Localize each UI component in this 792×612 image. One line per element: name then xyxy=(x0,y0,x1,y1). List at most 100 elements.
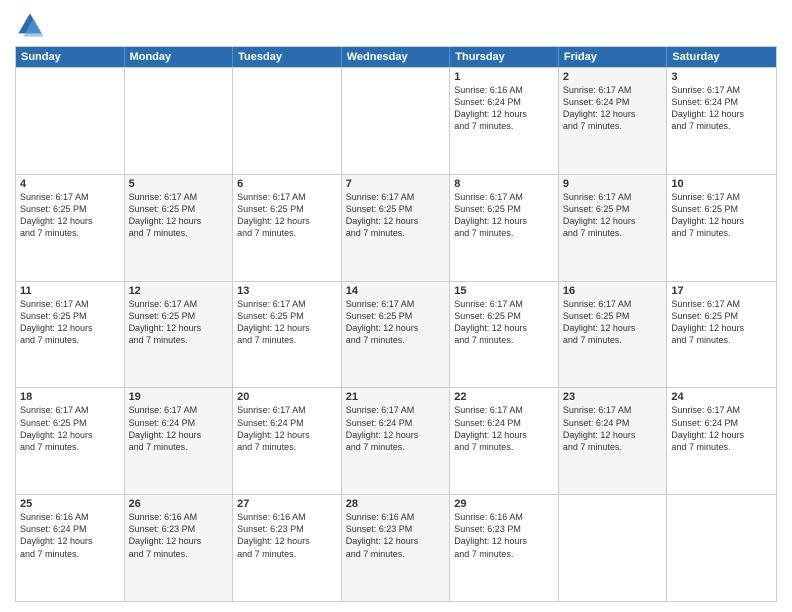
day-number: 5 xyxy=(129,178,229,190)
calendar-day-cell: 3Sunrise: 6:17 AM Sunset: 6:24 PM Daylig… xyxy=(667,68,776,174)
day-number: 4 xyxy=(20,178,120,190)
calendar-day-cell: 8Sunrise: 6:17 AM Sunset: 6:25 PM Daylig… xyxy=(450,175,559,281)
day-info: Sunrise: 6:17 AM Sunset: 6:25 PM Dayligh… xyxy=(20,404,120,453)
calendar-day-cell: 1Sunrise: 6:16 AM Sunset: 6:24 PM Daylig… xyxy=(450,68,559,174)
day-number: 8 xyxy=(454,178,554,190)
day-info: Sunrise: 6:17 AM Sunset: 6:24 PM Dayligh… xyxy=(454,404,554,453)
logo-icon xyxy=(15,10,45,40)
calendar-header-cell: Tuesday xyxy=(233,47,342,67)
day-info: Sunrise: 6:17 AM Sunset: 6:25 PM Dayligh… xyxy=(454,298,554,347)
day-number: 13 xyxy=(237,285,337,297)
day-info: Sunrise: 6:17 AM Sunset: 6:24 PM Dayligh… xyxy=(671,404,772,453)
calendar-day-cell: 27Sunrise: 6:16 AM Sunset: 6:23 PM Dayli… xyxy=(233,495,342,601)
calendar-header-cell: Monday xyxy=(125,47,234,67)
calendar-day-cell: 21Sunrise: 6:17 AM Sunset: 6:24 PM Dayli… xyxy=(342,388,451,494)
day-info: Sunrise: 6:16 AM Sunset: 6:23 PM Dayligh… xyxy=(237,511,337,560)
day-number: 1 xyxy=(454,71,554,83)
calendar-week-row: 1Sunrise: 6:16 AM Sunset: 6:24 PM Daylig… xyxy=(16,67,776,174)
day-number: 6 xyxy=(237,178,337,190)
calendar-day-cell: 17Sunrise: 6:17 AM Sunset: 6:25 PM Dayli… xyxy=(667,282,776,388)
calendar-week-row: 25Sunrise: 6:16 AM Sunset: 6:24 PM Dayli… xyxy=(16,494,776,601)
day-number: 22 xyxy=(454,391,554,403)
day-number: 21 xyxy=(346,391,446,403)
day-info: Sunrise: 6:16 AM Sunset: 6:23 PM Dayligh… xyxy=(346,511,446,560)
day-info: Sunrise: 6:17 AM Sunset: 6:25 PM Dayligh… xyxy=(454,191,554,240)
calendar-header-cell: Thursday xyxy=(450,47,559,67)
day-number: 12 xyxy=(129,285,229,297)
day-info: Sunrise: 6:17 AM Sunset: 6:25 PM Dayligh… xyxy=(671,298,772,347)
calendar-day-cell: 24Sunrise: 6:17 AM Sunset: 6:24 PM Dayli… xyxy=(667,388,776,494)
calendar-day-cell xyxy=(233,68,342,174)
calendar-day-cell: 4Sunrise: 6:17 AM Sunset: 6:25 PM Daylig… xyxy=(16,175,125,281)
calendar-day-cell: 9Sunrise: 6:17 AM Sunset: 6:25 PM Daylig… xyxy=(559,175,668,281)
day-info: Sunrise: 6:17 AM Sunset: 6:24 PM Dayligh… xyxy=(237,404,337,453)
day-info: Sunrise: 6:17 AM Sunset: 6:24 PM Dayligh… xyxy=(671,84,772,133)
calendar-day-cell: 20Sunrise: 6:17 AM Sunset: 6:24 PM Dayli… xyxy=(233,388,342,494)
calendar-day-cell: 28Sunrise: 6:16 AM Sunset: 6:23 PM Dayli… xyxy=(342,495,451,601)
calendar-day-cell: 22Sunrise: 6:17 AM Sunset: 6:24 PM Dayli… xyxy=(450,388,559,494)
day-number: 23 xyxy=(563,391,663,403)
day-number: 14 xyxy=(346,285,446,297)
calendar-day-cell xyxy=(667,495,776,601)
day-number: 18 xyxy=(20,391,120,403)
day-number: 20 xyxy=(237,391,337,403)
day-number: 17 xyxy=(671,285,772,297)
calendar: SundayMondayTuesdayWednesdayThursdayFrid… xyxy=(15,46,777,602)
calendar-day-cell: 25Sunrise: 6:16 AM Sunset: 6:24 PM Dayli… xyxy=(16,495,125,601)
calendar-header-cell: Friday xyxy=(559,47,668,67)
day-number: 25 xyxy=(20,498,120,510)
day-info: Sunrise: 6:17 AM Sunset: 6:25 PM Dayligh… xyxy=(20,191,120,240)
page: SundayMondayTuesdayWednesdayThursdayFrid… xyxy=(0,0,792,612)
day-number: 11 xyxy=(20,285,120,297)
day-info: Sunrise: 6:17 AM Sunset: 6:25 PM Dayligh… xyxy=(237,191,337,240)
calendar-day-cell: 11Sunrise: 6:17 AM Sunset: 6:25 PM Dayli… xyxy=(16,282,125,388)
day-number: 3 xyxy=(671,71,772,83)
calendar-day-cell: 7Sunrise: 6:17 AM Sunset: 6:25 PM Daylig… xyxy=(342,175,451,281)
day-number: 7 xyxy=(346,178,446,190)
calendar-day-cell: 14Sunrise: 6:17 AM Sunset: 6:25 PM Dayli… xyxy=(342,282,451,388)
header xyxy=(15,10,777,40)
day-number: 16 xyxy=(563,285,663,297)
day-number: 29 xyxy=(454,498,554,510)
calendar-day-cell: 15Sunrise: 6:17 AM Sunset: 6:25 PM Dayli… xyxy=(450,282,559,388)
calendar-day-cell: 19Sunrise: 6:17 AM Sunset: 6:24 PM Dayli… xyxy=(125,388,234,494)
logo xyxy=(15,10,49,40)
calendar-header-row: SundayMondayTuesdayWednesdayThursdayFrid… xyxy=(16,47,776,67)
calendar-day-cell: 10Sunrise: 6:17 AM Sunset: 6:25 PM Dayli… xyxy=(667,175,776,281)
day-number: 9 xyxy=(563,178,663,190)
day-number: 2 xyxy=(563,71,663,83)
day-info: Sunrise: 6:17 AM Sunset: 6:25 PM Dayligh… xyxy=(129,298,229,347)
calendar-day-cell: 13Sunrise: 6:17 AM Sunset: 6:25 PM Dayli… xyxy=(233,282,342,388)
day-info: Sunrise: 6:17 AM Sunset: 6:25 PM Dayligh… xyxy=(20,298,120,347)
calendar-day-cell xyxy=(125,68,234,174)
day-info: Sunrise: 6:17 AM Sunset: 6:25 PM Dayligh… xyxy=(346,298,446,347)
day-info: Sunrise: 6:17 AM Sunset: 6:24 PM Dayligh… xyxy=(563,84,663,133)
day-info: Sunrise: 6:16 AM Sunset: 6:23 PM Dayligh… xyxy=(129,511,229,560)
day-number: 10 xyxy=(671,178,772,190)
day-number: 28 xyxy=(346,498,446,510)
calendar-body: 1Sunrise: 6:16 AM Sunset: 6:24 PM Daylig… xyxy=(16,67,776,601)
day-info: Sunrise: 6:17 AM Sunset: 6:24 PM Dayligh… xyxy=(563,404,663,453)
day-number: 24 xyxy=(671,391,772,403)
calendar-day-cell xyxy=(342,68,451,174)
day-info: Sunrise: 6:17 AM Sunset: 6:25 PM Dayligh… xyxy=(563,191,663,240)
calendar-day-cell: 2Sunrise: 6:17 AM Sunset: 6:24 PM Daylig… xyxy=(559,68,668,174)
calendar-week-row: 18Sunrise: 6:17 AM Sunset: 6:25 PM Dayli… xyxy=(16,387,776,494)
day-info: Sunrise: 6:17 AM Sunset: 6:25 PM Dayligh… xyxy=(237,298,337,347)
calendar-day-cell: 23Sunrise: 6:17 AM Sunset: 6:24 PM Dayli… xyxy=(559,388,668,494)
calendar-day-cell: 16Sunrise: 6:17 AM Sunset: 6:25 PM Dayli… xyxy=(559,282,668,388)
calendar-day-cell: 12Sunrise: 6:17 AM Sunset: 6:25 PM Dayli… xyxy=(125,282,234,388)
day-number: 26 xyxy=(129,498,229,510)
calendar-day-cell xyxy=(16,68,125,174)
calendar-day-cell: 6Sunrise: 6:17 AM Sunset: 6:25 PM Daylig… xyxy=(233,175,342,281)
day-number: 15 xyxy=(454,285,554,297)
day-info: Sunrise: 6:17 AM Sunset: 6:25 PM Dayligh… xyxy=(129,191,229,240)
day-info: Sunrise: 6:17 AM Sunset: 6:25 PM Dayligh… xyxy=(563,298,663,347)
day-info: Sunrise: 6:17 AM Sunset: 6:25 PM Dayligh… xyxy=(671,191,772,240)
day-info: Sunrise: 6:17 AM Sunset: 6:24 PM Dayligh… xyxy=(346,404,446,453)
calendar-header-cell: Saturday xyxy=(667,47,776,67)
day-info: Sunrise: 6:16 AM Sunset: 6:23 PM Dayligh… xyxy=(454,511,554,560)
day-info: Sunrise: 6:16 AM Sunset: 6:24 PM Dayligh… xyxy=(454,84,554,133)
calendar-header-cell: Wednesday xyxy=(342,47,451,67)
day-info: Sunrise: 6:17 AM Sunset: 6:25 PM Dayligh… xyxy=(346,191,446,240)
